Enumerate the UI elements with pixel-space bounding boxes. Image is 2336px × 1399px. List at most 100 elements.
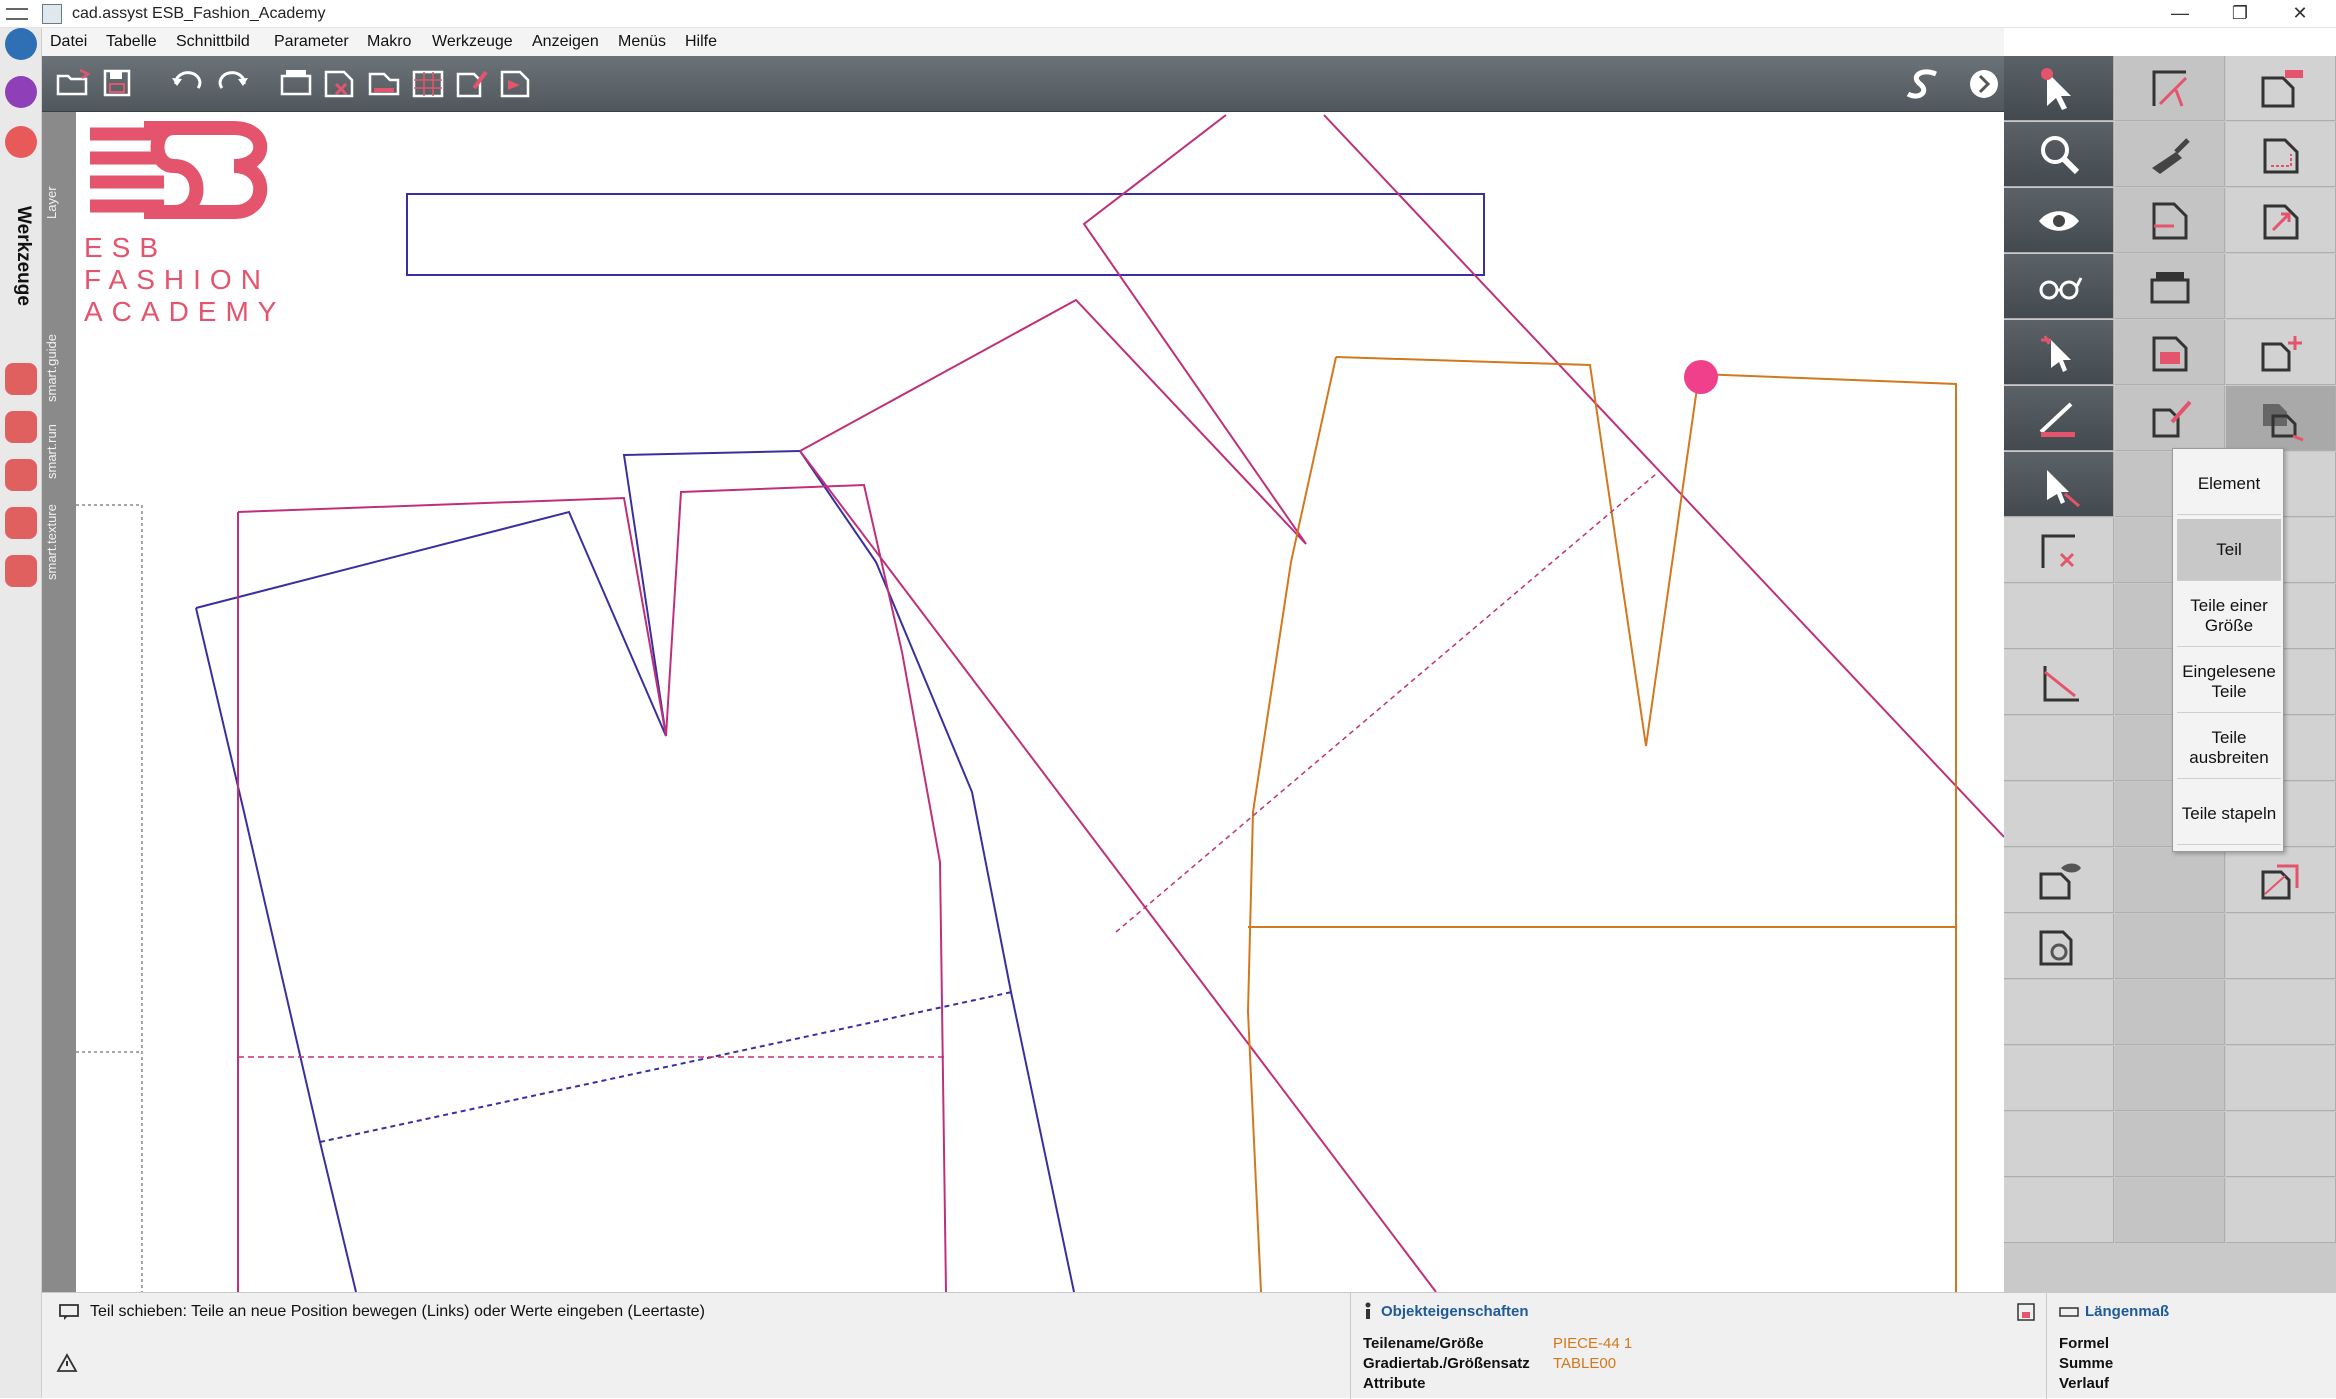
empty-cell (2226, 914, 2336, 979)
text-piece-icon (2261, 70, 2303, 108)
werkzeuge-label: Werkzeuge (13, 206, 34, 306)
object-properties-pane: Objekteigenschaften Teilename/Größe PIEC… (1350, 1293, 2046, 1399)
empty-cell (2226, 1112, 2336, 1177)
hatch-piece-tool-button[interactable] (2226, 848, 2336, 913)
menu-tabelle[interactable]: Tabelle (106, 33, 157, 51)
empty-cell (2004, 584, 2114, 649)
empty-cell (2226, 254, 2336, 319)
move-tool-icon[interactable] (5, 363, 37, 395)
piece-tool-button[interactable] (2115, 188, 2225, 253)
maximize-button[interactable]: ❐ (2210, 0, 2270, 28)
select-tool-button[interactable] (2004, 56, 2114, 121)
drawing-canvas[interactable]: ESB FASHION ACADEMY (76, 112, 2004, 1292)
menu-parameter[interactable]: Parameter (274, 33, 349, 51)
plotter-tool-button[interactable] (2115, 254, 2225, 319)
save-icon[interactable] (96, 64, 140, 104)
cut-tool-icon[interactable] (5, 555, 37, 587)
pick-point-tool-button[interactable] (2004, 320, 2114, 385)
brush-tool-button[interactable] (2115, 122, 2225, 187)
delete-piece-icon[interactable] (318, 64, 362, 104)
draw-line-icon (2152, 70, 2188, 107)
flyout-item-teile-stapeln[interactable]: Teile stapeln (2177, 783, 2281, 845)
minimize-button[interactable]: — (2150, 0, 2210, 28)
view-tool-button[interactable] (2004, 188, 2114, 253)
pointer-icon (2041, 68, 2071, 110)
magenta-diagonal-line[interactable] (799, 450, 1437, 1292)
piece-gear-icon (2039, 930, 2073, 966)
empty-cell (2004, 1112, 2114, 1177)
tool-palette (2004, 56, 2336, 1292)
close-button[interactable]: ✕ (2270, 0, 2330, 28)
warning-icon (56, 1353, 78, 1372)
plotter-tool-icon[interactable] (5, 411, 37, 443)
empty-cell (2004, 1046, 2114, 1111)
tab-layer[interactable]: Layer (44, 148, 74, 258)
edit-piece-tool-button[interactable] (2115, 386, 2225, 451)
status-bar: Teil schieben: Teile an neue Position be… (42, 1292, 2336, 1399)
redo-icon[interactable] (210, 64, 254, 104)
menu-schnittbild[interactable]: Schnittbild (176, 33, 250, 51)
marker-icon[interactable] (362, 64, 406, 104)
tools-icon[interactable] (5, 126, 37, 158)
view-piece-tool-button[interactable] (2004, 848, 2114, 913)
menu-anzeigen[interactable]: Anzeigen (532, 33, 599, 51)
tab-smart-texture[interactable]: smart.texture (44, 442, 74, 642)
move-piece-active-button[interactable] (2226, 386, 2336, 451)
piece-settings-tool-button[interactable] (2004, 914, 2114, 979)
pattern-drawing (76, 114, 2004, 1292)
edit-piece-icon[interactable] (450, 64, 494, 104)
open-folder-icon[interactable] (52, 64, 96, 104)
garment-icon[interactable] (5, 76, 37, 108)
blue-piece-outline[interactable] (195, 450, 801, 737)
smart-s-icon[interactable] (1902, 64, 1946, 104)
export-piece-icon[interactable] (494, 64, 538, 104)
flyout-item-teile-ausbreiten[interactable]: Teile ausbreiten (2177, 717, 2281, 779)
axis-corner-icon (2043, 666, 2079, 702)
empty-cell (2004, 980, 2114, 1045)
object-properties-title: Objekteigenschaften (1381, 1303, 1529, 1320)
prop-key-gradiertab: Gradiertab./Größensatz (1363, 1355, 1530, 1372)
glasses-icon (2039, 277, 2083, 300)
empty-cell (2226, 980, 2336, 1045)
draw-line-tool-button[interactable] (2115, 56, 2225, 121)
save-properties-icon[interactable] (2017, 1303, 2035, 1321)
undo-icon[interactable] (166, 64, 210, 104)
magenta-yoke-line[interactable] (799, 114, 1307, 545)
measure-tool-button[interactable] (2004, 386, 2114, 451)
add-piece-tool-button[interactable] (2226, 320, 2336, 385)
pattern-rectangle[interactable] (406, 193, 1485, 276)
delete-element-tool-button[interactable] (2004, 518, 2114, 583)
collapse-panel-icon[interactable] (1962, 64, 1998, 104)
menu-werkzeuge[interactable]: Werkzeuge (432, 33, 513, 51)
book-tool-icon[interactable] (5, 507, 37, 539)
menu-datei[interactable]: Datei (50, 33, 87, 51)
cursor-marker-icon (1684, 360, 1718, 394)
table-icon[interactable] (406, 64, 450, 104)
piece-outline-tool-button[interactable] (2226, 122, 2336, 187)
menu-makro[interactable]: Makro (367, 33, 411, 51)
hamburger-icon[interactable] (6, 8, 28, 20)
zoom-tool-button[interactable] (2004, 122, 2114, 187)
move-piece-tool-button[interactable] (2004, 452, 2114, 517)
flyout-item-teil[interactable]: Teil (2177, 519, 2281, 581)
piece-tool-icon[interactable] (5, 459, 37, 491)
menu-menues[interactable]: Menüs (618, 33, 666, 51)
flyout-item-teile-einer-groesse[interactable]: Teile einer Größe (2177, 585, 2281, 647)
text-piece-tool-button[interactable] (2226, 56, 2336, 121)
piece-scale-icon (2263, 204, 2299, 240)
flyout-item-eingelesene-teile[interactable]: Eingelesene Teile (2177, 651, 2281, 713)
grid-piece-tool-button[interactable] (2115, 320, 2225, 385)
piece-scale-tool-button[interactable] (2226, 188, 2336, 253)
empty-cell (2004, 782, 2114, 847)
menu-hilfe[interactable]: Hilfe (685, 33, 717, 51)
flyout-item-element[interactable]: Element (2177, 453, 2281, 515)
user-icon[interactable] (5, 28, 37, 60)
glasses-tool-button[interactable] (2004, 254, 2114, 319)
axis-tool-button[interactable] (2004, 650, 2114, 715)
blue-piece-side[interactable] (799, 450, 1075, 1292)
blue-piece-front[interactable] (195, 607, 357, 1292)
plot-icon[interactable] (274, 64, 318, 104)
magenta-diagonal-line[interactable] (1323, 114, 2004, 838)
magenta-piece-outline[interactable] (237, 483, 947, 1292)
orange-piece-outline[interactable] (1335, 356, 1957, 1292)
